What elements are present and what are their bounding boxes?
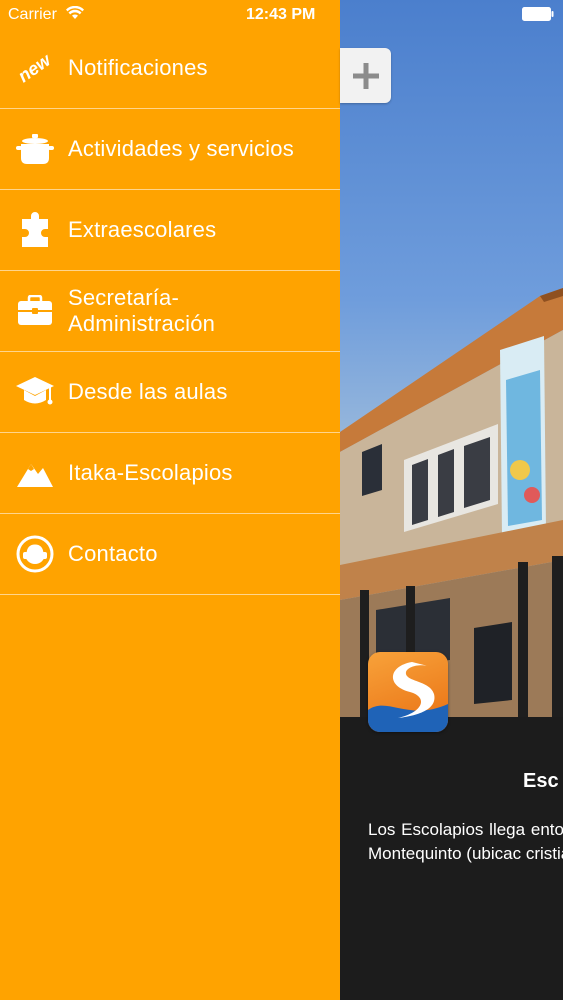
add-button[interactable] — [340, 48, 391, 103]
menu-item-actividades[interactable]: Actividades y servicios — [0, 109, 340, 190]
menu-item-label-line2: Administración — [68, 311, 216, 336]
graduation-cap-icon — [16, 373, 54, 411]
menu-item-desde-las-aulas[interactable]: Desde las aulas — [0, 352, 340, 433]
puzzle-piece-icon — [16, 211, 54, 249]
menu-item-extraescolares[interactable]: Extraescolares — [0, 190, 340, 271]
menu-item-notificaciones[interactable]: new Notificaciones — [0, 28, 340, 109]
menu-item-label: Actividades y servicios — [68, 136, 294, 161]
briefcase-icon — [16, 292, 54, 330]
school-title: Esc — [523, 770, 559, 792]
school-description: Los Escolapios llega entonces, primero M… — [368, 820, 563, 863]
school-logo — [368, 652, 448, 732]
pot-icon — [16, 130, 54, 168]
content-pane: Esc Los Escolapios llega entonces, prime… — [340, 0, 563, 1000]
menu-item-label: Secretaría- Administración — [68, 285, 215, 337]
menu-item-label-line1: Secretaría- — [68, 285, 180, 310]
new-badge: new — [14, 49, 55, 86]
battery-icon — [522, 7, 554, 21]
menu-item-label: Extraescolares — [68, 217, 217, 242]
menu-list: new Notificaciones Actividades y servici… — [0, 28, 340, 595]
menu-item-label: Desde las aulas — [68, 379, 228, 404]
side-menu: new Notificaciones Actividades y servici… — [0, 0, 340, 1000]
menu-item-itaka[interactable]: Itaka-Escolapios — [0, 433, 340, 514]
wifi-icon — [66, 6, 84, 19]
menu-item-contacto[interactable]: Contacto — [0, 514, 340, 595]
clock: 12:43 PM — [246, 6, 316, 23]
menu-item-label: Itaka-Escolapios — [68, 460, 233, 485]
person-headset-icon — [16, 535, 54, 573]
status-bar: Carrier 12:43 PM — [0, 0, 563, 30]
menu-item-secretaria[interactable]: Secretaría- Administración — [0, 271, 340, 352]
plus-icon — [352, 62, 379, 89]
mountain-icon — [16, 454, 54, 492]
menu-item-label: Notificaciones — [68, 55, 208, 80]
menu-item-label: Contacto — [68, 541, 158, 566]
new-badge-icon: new — [14, 49, 55, 87]
carrier-label: Carrier — [8, 6, 57, 23]
school-logo-mark — [368, 662, 448, 732]
